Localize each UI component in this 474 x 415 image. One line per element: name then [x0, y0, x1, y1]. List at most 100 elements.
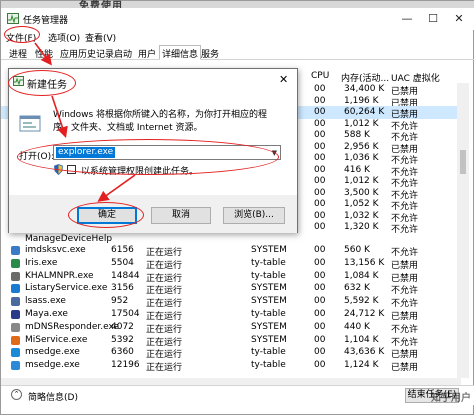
process-icon: [11, 297, 20, 307]
table-row[interactable]: lsass.exe 952 正在运行 SYSTEM 00 5,592 K 不允许: [1, 295, 461, 309]
name-cell: ManageDeviceHelp: [25, 233, 113, 244]
user-cell: ty-table: [251, 270, 286, 281]
obscured-top-strip: 免费使用: [1, 1, 474, 12]
cpu-cell: 00: [314, 187, 326, 198]
table-row[interactable]: mDNSResponder.exe 4072 正在运行 SYSTEM 00 440 K 不允…: [1, 321, 461, 335]
browse-button[interactable]: 浏览(B)...: [223, 207, 285, 224]
chevron-down-icon[interactable]: ▼: [272, 149, 277, 157]
cpu-cell: 00: [314, 118, 326, 129]
menu-options[interactable]: 选项(O): [48, 31, 80, 44]
name-cell: mDNSResponder.exe: [25, 321, 120, 332]
close-button[interactable]: ✕: [449, 11, 469, 27]
status-cell: 正在运行: [146, 363, 183, 374]
pid-cell: 4072: [111, 321, 134, 332]
memory-cell: 1,104 K: [344, 334, 379, 345]
open-label: 打开(O):: [19, 152, 55, 162]
admin-checkbox-label[interactable]: 以系统管理权限创建此任务。: [81, 164, 198, 177]
open-input[interactable]: explorer.exe ▼: [53, 145, 281, 160]
user-cell: SYSTEM: [251, 283, 287, 294]
pid-cell: 12196: [111, 360, 140, 371]
tab-processes[interactable]: 进程: [9, 47, 27, 60]
tab-startup[interactable]: 启动: [114, 47, 132, 60]
create-new-task-dialog: 新建任务 ✕ Windows 将根据你所键入的名称，为你打开相应的程序、文件夹、…: [8, 68, 298, 233]
status-bar: ⌃ 简略信息(D) 结束任务(E): [1, 385, 474, 405]
dialog-description: Windows 将根据你所键入的名称，为你打开相应的程序、文件夹、文档或 Int…: [53, 110, 268, 133]
chevron-up-icon[interactable]: ⌃: [11, 389, 22, 400]
tab-details[interactable]: 详细信息: [159, 45, 202, 60]
menu-view[interactable]: 查看(V): [85, 31, 116, 44]
name-cell: msedge.exe: [25, 360, 80, 371]
pid-cell: 14844: [111, 270, 140, 281]
cpu-cell: 00: [314, 95, 326, 106]
cpu-cell: 00: [314, 210, 326, 221]
open-input-value[interactable]: explorer.exe: [56, 147, 116, 158]
cpu-cell: 00: [314, 176, 326, 186]
watermark: 知乎用户: [431, 393, 471, 404]
user-cell: SYSTEM: [251, 296, 287, 307]
tab-app-history[interactable]: 应用历史记录: [60, 47, 114, 60]
table-row[interactable]: imdsksvc.exe 6156 正在运行 SYSTEM 00 560 K 不允许: [1, 244, 461, 258]
table-row[interactable]: Maya.exe 17504 正在运行 ty-table 00 24,712 K 已禁用: [1, 308, 461, 322]
memory-cell: 2,956 K: [344, 141, 379, 152]
memory-cell: 1,052 K: [344, 199, 379, 209]
memory-cell: 1,320 K: [344, 222, 379, 232]
table-row[interactable]: Iris.exe 5504 正在运行 ty-table 00 13,156 K 已禁用: [1, 257, 461, 271]
fewer-details-link[interactable]: 简略信息(D): [28, 390, 78, 403]
name-cell: lsass.exe: [25, 296, 66, 307]
process-icon: [11, 322, 20, 332]
name-cell: ListaryService.exe: [25, 283, 108, 294]
pid-cell: 5392: [111, 334, 134, 345]
process-icon: [11, 271, 20, 281]
memory-cell: 1,032 K: [344, 210, 379, 221]
tab-bar: 进程 性能 应用历史记录 启动 用户 详细信息 服务: [1, 45, 474, 60]
name-cell: KHALMNPR.exe: [25, 270, 94, 281]
uac-cell: 已禁用: [391, 363, 419, 374]
process-icon: [11, 361, 20, 371]
memory-cell: 416 K: [344, 164, 370, 175]
admin-checkbox[interactable]: [67, 165, 76, 174]
cpu-cell: 00: [314, 199, 326, 209]
table-row[interactable]: ListaryService.exe 3156 正在运行 SYSTEM 00 632 K不…: [1, 282, 461, 296]
cpu-cell: 00: [314, 334, 326, 345]
horizontal-scrollbar[interactable]: [1, 378, 461, 385]
tab-performance[interactable]: 性能: [35, 47, 53, 60]
name-cell: MiService.exe: [25, 334, 88, 345]
vertical-scrollbar[interactable]: [457, 83, 469, 378]
menu-file[interactable]: 文件(F): [6, 31, 36, 44]
cpu-cell: 00: [314, 141, 326, 152]
memory-cell: 1,012 K: [344, 118, 379, 129]
task-manager-icon: [13, 76, 24, 86]
user-cell: SYSTEM: [251, 245, 287, 255]
task-manager-icon: [7, 13, 19, 24]
column-cpu[interactable]: CPU: [311, 71, 329, 81]
process-icon: [11, 310, 20, 319]
cpu-cell: 00: [314, 347, 326, 358]
cancel-button[interactable]: 取消: [151, 207, 211, 224]
cpu-cell: 00: [314, 321, 326, 332]
table-row[interactable]: KHALMNPR.exe 14844 正在运行 ty-table 00 1,084 K 已禁…: [1, 270, 461, 284]
table-row[interactable]: msedge.exe 12196 正在运行 ty-table 00 1,124 K 已禁用: [1, 359, 461, 374]
maximize-button[interactable]: ☐: [423, 11, 443, 27]
user-cell: ty-table: [251, 309, 286, 319]
scrollbar-thumb[interactable]: [460, 150, 466, 174]
memory-cell: 5,592 K: [344, 296, 379, 307]
tab-services[interactable]: 服务: [201, 47, 219, 60]
memory-cell: 13,156 K: [344, 257, 385, 268]
name-cell: msedge.exe: [25, 347, 80, 358]
cpu-cell: 00: [314, 245, 326, 255]
cpu-cell: 00: [314, 257, 326, 268]
tab-users[interactable]: 用户: [138, 47, 156, 60]
table-row[interactable]: msedge.exe 6360 正在运行 ty-table 00 43,636 K 已禁用: [1, 346, 461, 360]
user-cell: SYSTEM: [251, 334, 287, 345]
table-row[interactable]: MiService.exe 5392 正在运行 SYSTEM 00 1,104 K 不允许: [1, 334, 461, 348]
dialog-close-button[interactable]: ✕: [279, 73, 288, 86]
user-cell: ty-table: [251, 360, 286, 371]
memory-cell: 1,124 K: [344, 360, 379, 371]
cpu-cell: 00: [314, 309, 326, 319]
minimize-button[interactable]: —: [397, 11, 417, 27]
pid-cell: 952: [111, 296, 129, 307]
ok-button[interactable]: 确定: [77, 207, 137, 224]
pid-cell: 6156: [111, 245, 134, 255]
memory-cell: 1,012 K: [344, 176, 379, 186]
cpu-cell: 00: [314, 107, 326, 117]
